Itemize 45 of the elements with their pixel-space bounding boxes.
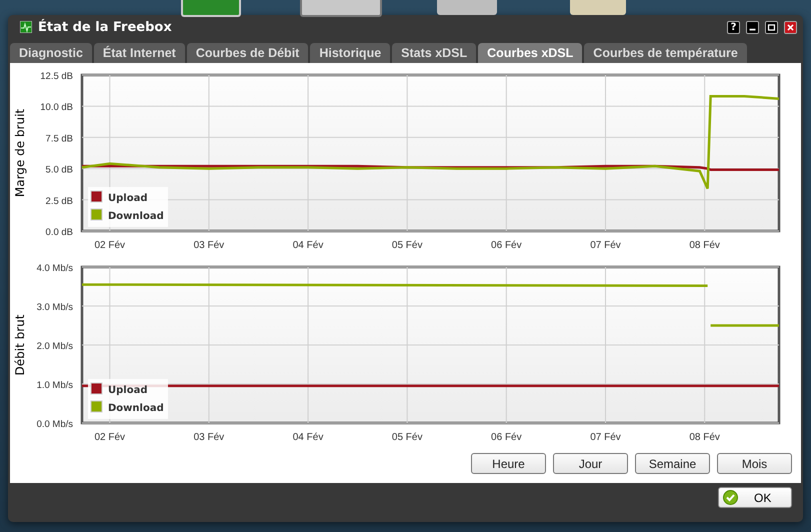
x-tick-label: 07 Fév <box>590 240 621 251</box>
help-button[interactable]: ? <box>727 20 740 34</box>
x-tick-label: 02 Fév <box>94 432 126 443</box>
x-tick-label: 03 Fév <box>194 240 224 251</box>
x-tick-label: 06 Fév <box>491 240 522 251</box>
legend-label: Download <box>108 403 164 414</box>
x-tick-label: 03 Fév <box>194 432 224 443</box>
y-tick-label: 7.5 dB <box>46 133 73 144</box>
tab[interactable]: Courbes xDSL <box>478 43 582 63</box>
tab[interactable]: Stats xDSL <box>392 43 476 63</box>
range-button[interactable]: Jour <box>553 453 628 474</box>
y-axis-title: Marge de bruit <box>13 108 27 198</box>
y-tick-label: 0.0 Mb/s <box>36 419 73 430</box>
y-tick-label: 0.0 dB <box>46 227 73 238</box>
y-tick-label: 2.0 Mb/s <box>36 341 73 352</box>
legend-label: Upload <box>108 385 148 396</box>
legend-label: Upload <box>108 193 148 204</box>
y-tick-label: 10.0 dB <box>40 102 73 114</box>
x-tick-label: 05 Fév <box>392 240 422 251</box>
x-tick-label: 02 Fév <box>94 240 126 251</box>
x-tick-label: 08 Fév <box>689 240 720 251</box>
range-button[interactable]: Semaine <box>635 453 710 474</box>
y-tick-label: 4.0 Mb/s <box>36 263 73 274</box>
tab[interactable]: Diagnostic <box>10 43 92 63</box>
x-tick-label: 07 Fév <box>590 432 621 443</box>
y-tick-label: 1.0 Mb/s <box>36 380 73 391</box>
y-tick-label: 3.0 Mb/s <box>36 302 73 313</box>
tab[interactable]: Courbes de Débit <box>186 43 308 63</box>
y-axis-title: Débit brut <box>13 314 27 376</box>
x-tick-label: 08 Fév <box>689 432 720 443</box>
range-button[interactable]: Heure <box>471 453 546 474</box>
ok-button[interactable]: OK <box>718 487 792 508</box>
tab[interactable]: Historique <box>310 43 390 63</box>
legend-label: Download <box>108 211 164 222</box>
x-tick-label: 04 Fév <box>292 240 324 251</box>
y-tick-label: 12.5 dB <box>40 71 73 82</box>
x-tick-label: 05 Fév <box>392 432 422 443</box>
x-tick-label: 04 Fév <box>292 432 324 443</box>
tab[interactable]: Courbes de température <box>584 43 747 63</box>
range-button[interactable]: Mois <box>717 453 792 474</box>
y-tick-label: 5.0 dB <box>46 164 73 176</box>
tab[interactable]: État Internet <box>94 43 185 63</box>
y-tick-label: 2.5 dB <box>46 196 73 207</box>
window-title: État de la Freebox <box>38 20 173 34</box>
x-tick-label: 06 Fév <box>491 432 522 443</box>
